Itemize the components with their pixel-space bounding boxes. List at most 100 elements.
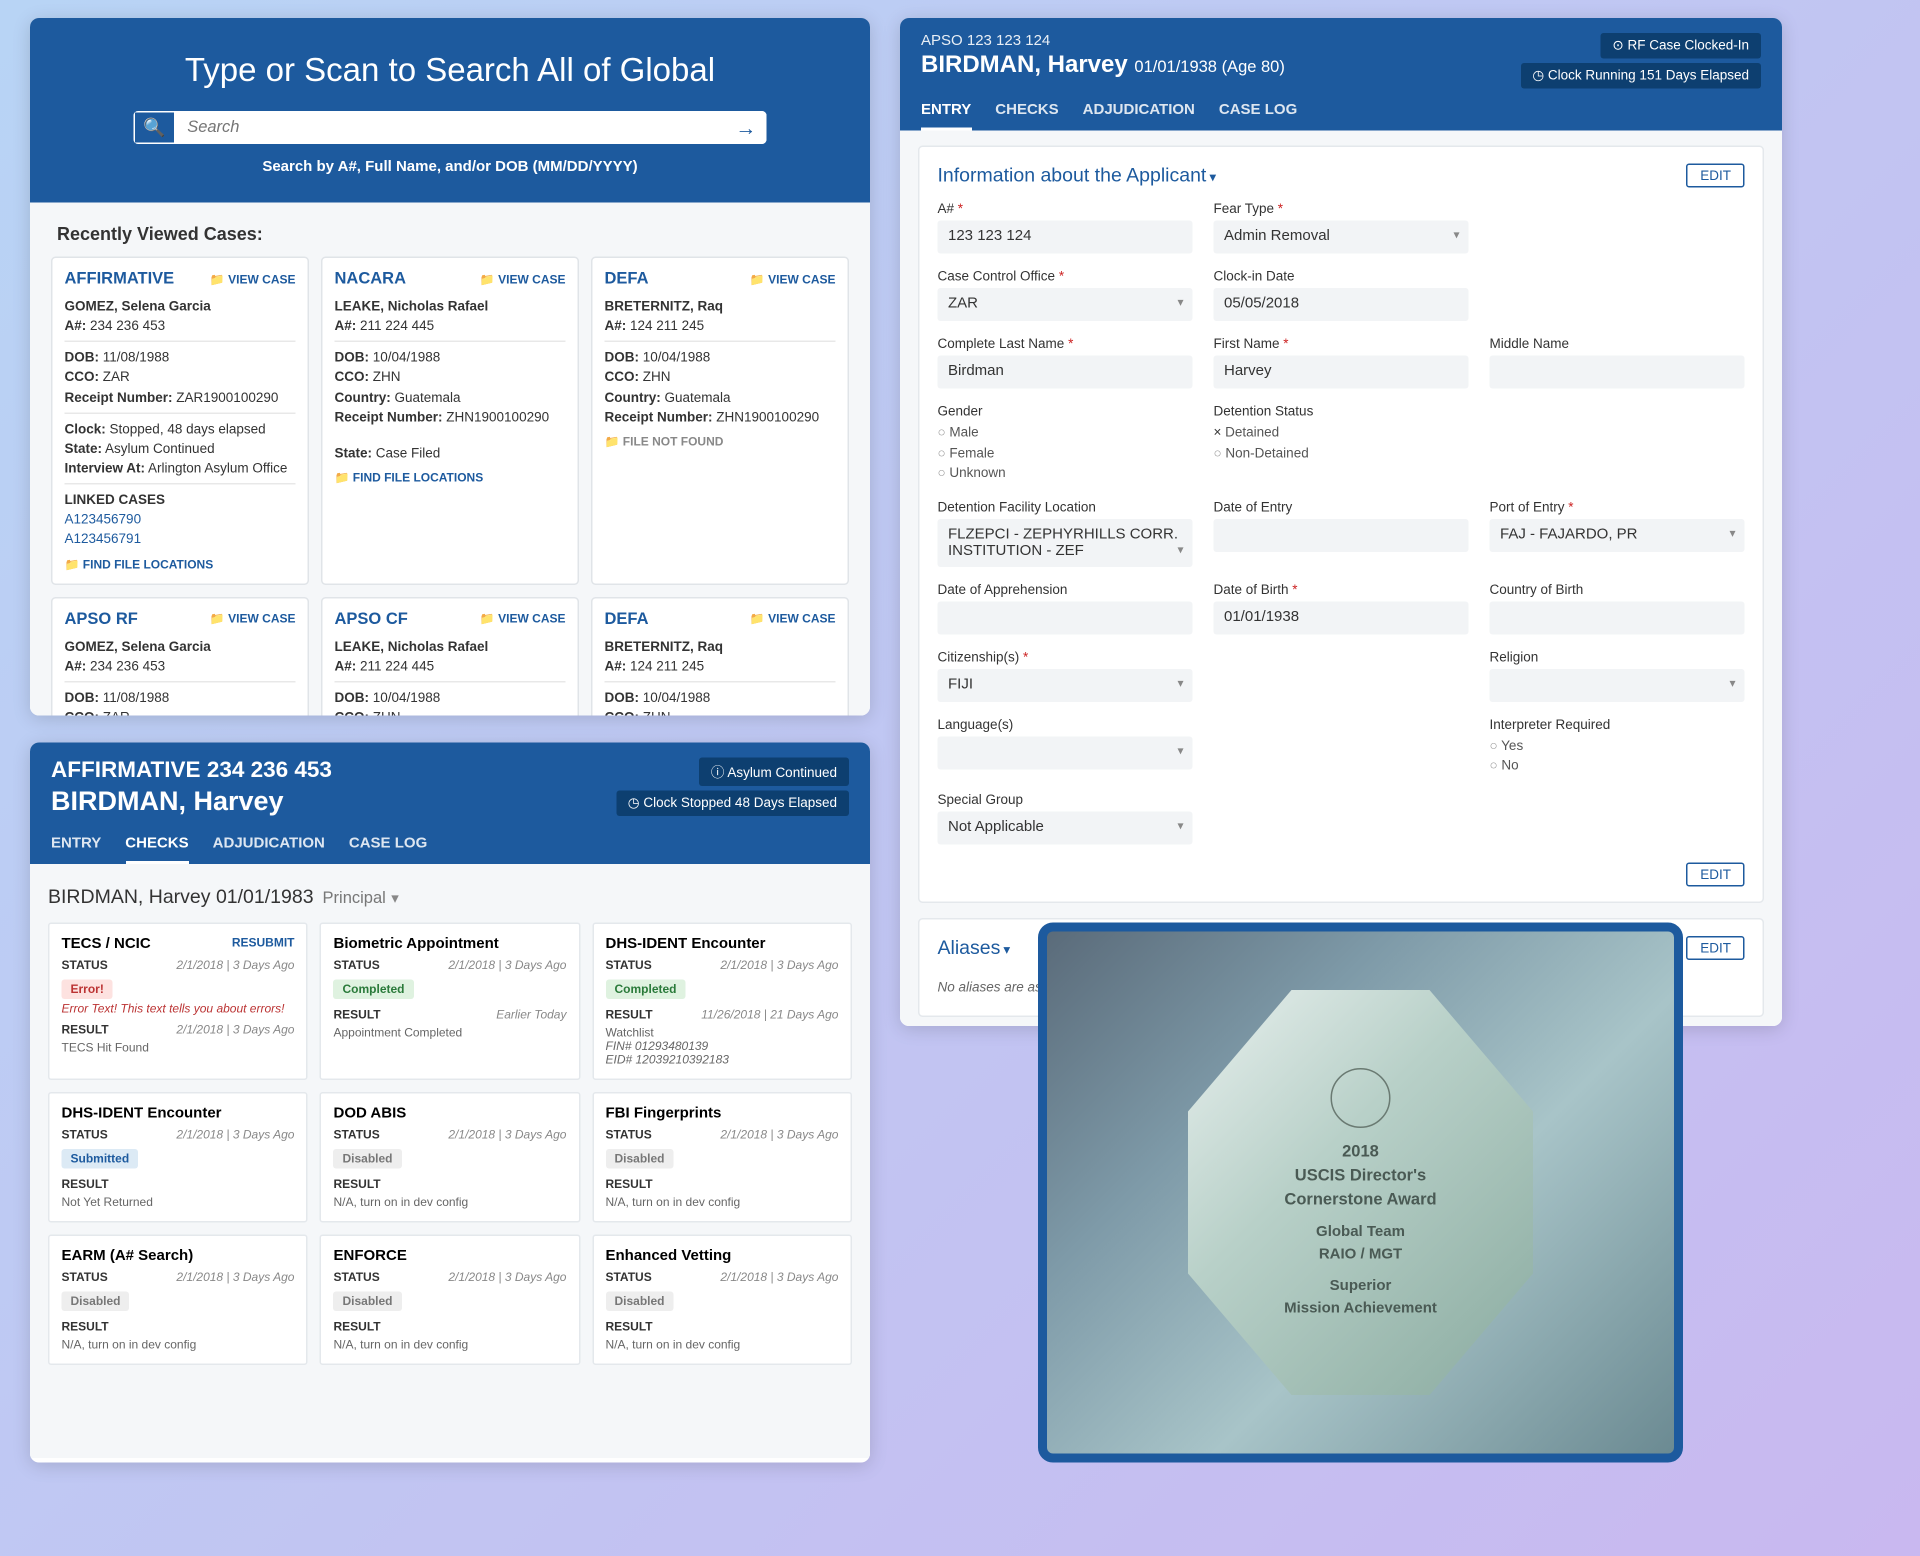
- status-pill: Disabled: [333, 1149, 401, 1169]
- linked-case-link[interactable]: A123456791: [65, 530, 296, 548]
- chevron-down-icon: ▾: [1003, 941, 1010, 956]
- form-value[interactable]: [938, 601, 1193, 634]
- radio-option[interactable]: No: [1490, 758, 1519, 773]
- form-value[interactable]: Not Applicable: [938, 811, 1193, 844]
- search-panel: Type or Scan to Search All of Global 🔍 →…: [30, 18, 870, 716]
- form-value[interactable]: [1490, 601, 1745, 634]
- radio-option[interactable]: Detained: [1214, 425, 1280, 440]
- check-card: TECS / NCICRESUBMIT STATUS2/1/2018 | 3 D…: [48, 923, 308, 1081]
- edit-applicant-button-2[interactable]: EDIT: [1687, 862, 1745, 886]
- check-title: FBI Fingerprints: [605, 1106, 721, 1123]
- edit-aliases-button[interactable]: EDIT: [1687, 935, 1745, 959]
- recent-label: Recently Viewed Cases:: [57, 224, 849, 245]
- view-case-link[interactable]: 📁 VIEW CASE: [210, 612, 296, 626]
- case-id: APSO 123 123 124: [921, 33, 1285, 50]
- form-value[interactable]: FIJI: [938, 668, 1193, 701]
- case-card: AFFIRMATIVE📁 VIEW CASE GOMEZ, Selena Gar…: [51, 257, 309, 585]
- chevron-down-icon: ▾: [1209, 170, 1216, 185]
- check-title: Biometric Appointment: [333, 936, 498, 953]
- form-value[interactable]: [938, 736, 1193, 769]
- radio-option[interactable]: Female: [938, 445, 995, 460]
- form-value[interactable]: Harvey: [1214, 356, 1469, 389]
- form-value[interactable]: 01/01/1938: [1214, 601, 1469, 634]
- tab-entry-2[interactable]: ENTRY: [51, 827, 101, 865]
- case-card: APSO RF📁 VIEW CASE GOMEZ, Selena Garcia …: [51, 596, 309, 715]
- view-case-link[interactable]: 📁 VIEW CASE: [480, 272, 566, 286]
- search-input[interactable]: [175, 111, 725, 144]
- check-title: Enhanced Vetting: [605, 1248, 731, 1265]
- check-card: DHS-IDENT Encounter STATUS2/1/2018 | 3 D…: [592, 923, 852, 1081]
- status-pill: Error!: [62, 980, 113, 1000]
- tab-adjudication-2[interactable]: ADJUDICATION: [213, 827, 325, 865]
- check-title: DOD ABIS: [333, 1106, 406, 1123]
- form-value[interactable]: FAJ - FAJARDO, PR: [1490, 518, 1745, 551]
- status-badge-clock: ◷ Clock Stopped 48 Days Elapsed: [616, 791, 849, 817]
- check-card: EARM (A# Search) STATUS2/1/2018 | 3 Days…: [48, 1235, 308, 1366]
- form-value[interactable]: FLZEPCI - ZEPHYRHILLS CORR. INSTITUTION …: [938, 518, 1193, 566]
- case-header: AFFIRMATIVE 234 236 453: [51, 758, 332, 784]
- form-value[interactable]: Birdman: [938, 356, 1193, 389]
- search-icon: 🔍: [133, 111, 175, 144]
- search-bar: 🔍 →: [133, 111, 767, 144]
- radio-option[interactable]: Male: [938, 425, 979, 440]
- checks-panel: AFFIRMATIVE 234 236 453 BIRDMAN, Harvey …: [30, 743, 870, 1463]
- tab-adjudication[interactable]: ADJUDICATION: [1083, 93, 1195, 131]
- check-title: DHS-IDENT Encounter: [62, 1106, 222, 1123]
- edit-applicant-button[interactable]: EDIT: [1687, 164, 1745, 188]
- clock-badge-1: ⊙ RF Case Clocked-In: [1600, 33, 1761, 59]
- case-card: DEFA📁 VIEW CASE BRETERNITZ, Raq A#: 124 …: [591, 257, 849, 585]
- find-file-link[interactable]: 📁 FIND FILE LOCATIONS: [65, 557, 296, 571]
- applicant-name-2: BIRDMAN, Harvey: [51, 786, 427, 818]
- form-value[interactable]: [1490, 668, 1745, 701]
- form-value[interactable]: [1490, 356, 1745, 389]
- case-type: AFFIRMATIVE: [65, 270, 175, 288]
- view-case-link[interactable]: 📁 VIEW CASE: [480, 612, 566, 626]
- check-card: Enhanced Vetting STATUS2/1/2018 | 3 Days…: [592, 1235, 852, 1366]
- check-title: DHS-IDENT Encounter: [605, 936, 765, 953]
- view-case-link[interactable]: 📁 VIEW CASE: [750, 612, 836, 626]
- status-pill: Completed: [605, 980, 685, 1000]
- file-not-found: 📁 FILE NOT FOUND: [605, 435, 836, 449]
- person-selector[interactable]: BIRDMAN, Harvey 01/01/1983Principal ▾: [48, 885, 852, 908]
- form-value[interactable]: Admin Removal: [1214, 221, 1469, 254]
- check-title: EARM (A# Search): [62, 1248, 194, 1265]
- entry-tabs: ENTRY CHECKS ADJUDICATION CASE LOG: [921, 93, 1761, 131]
- case-type: APSO RF: [65, 610, 138, 628]
- case-type: DEFA: [605, 610, 649, 628]
- tab-caselog-2[interactable]: CASE LOG: [349, 827, 427, 865]
- applicant-name: BIRDMAN, Harvey 01/01/1938 (Age 80): [921, 53, 1285, 80]
- form-value[interactable]: 05/05/2018: [1214, 288, 1469, 321]
- status-pill: Submitted: [62, 1149, 139, 1169]
- tab-caselog[interactable]: CASE LOG: [1219, 93, 1297, 131]
- case-type: NACARA: [335, 270, 407, 288]
- tab-entry[interactable]: ENTRY: [921, 93, 971, 131]
- form-value[interactable]: 123 123 124: [938, 221, 1193, 254]
- form-value[interactable]: ZAR: [938, 288, 1193, 321]
- status-badge-asylum: ⓘ Asylum Continued: [699, 758, 849, 787]
- case-card: APSO CF📁 VIEW CASE LEAKE, Nicholas Rafae…: [321, 596, 579, 715]
- case-type: APSO CF: [335, 610, 408, 628]
- status-pill: Disabled: [605, 1292, 673, 1312]
- radio-option[interactable]: Non-Detained: [1214, 445, 1309, 460]
- status-pill: Completed: [333, 980, 413, 1000]
- resubmit-link[interactable]: RESUBMIT: [232, 936, 295, 953]
- clock-badge-2: ◷ Clock Running 151 Days Elapsed: [1520, 63, 1761, 89]
- tab-checks[interactable]: CHECKS: [995, 93, 1058, 131]
- form-value[interactable]: [1214, 518, 1469, 551]
- check-card: DHS-IDENT Encounter STATUS2/1/2018 | 3 D…: [48, 1092, 308, 1223]
- status-pill: Disabled: [605, 1149, 673, 1169]
- check-title: TECS / NCIC: [62, 936, 151, 953]
- radio-option[interactable]: Unknown: [938, 465, 1006, 480]
- radio-option[interactable]: Yes: [1490, 737, 1524, 752]
- linked-case-link[interactable]: A123456790: [65, 510, 296, 528]
- view-case-link[interactable]: 📁 VIEW CASE: [210, 272, 296, 286]
- tab-checks-2[interactable]: CHECKS: [125, 827, 188, 865]
- find-file-link[interactable]: 📁 FIND FILE LOCATIONS: [335, 471, 566, 485]
- case-type: DEFA: [605, 270, 649, 288]
- case-card: NACARA📁 VIEW CASE LEAKE, Nicholas Rafael…: [321, 257, 579, 585]
- check-card: ENFORCE STATUS2/1/2018 | 3 Days Ago Disa…: [320, 1235, 580, 1366]
- view-case-link[interactable]: 📁 VIEW CASE: [750, 272, 836, 286]
- check-card: FBI Fingerprints STATUS2/1/2018 | 3 Days…: [592, 1092, 852, 1223]
- entry-panel: APSO 123 123 124 BIRDMAN, Harvey 01/01/1…: [900, 18, 1782, 1026]
- search-submit-button[interactable]: →: [725, 111, 767, 144]
